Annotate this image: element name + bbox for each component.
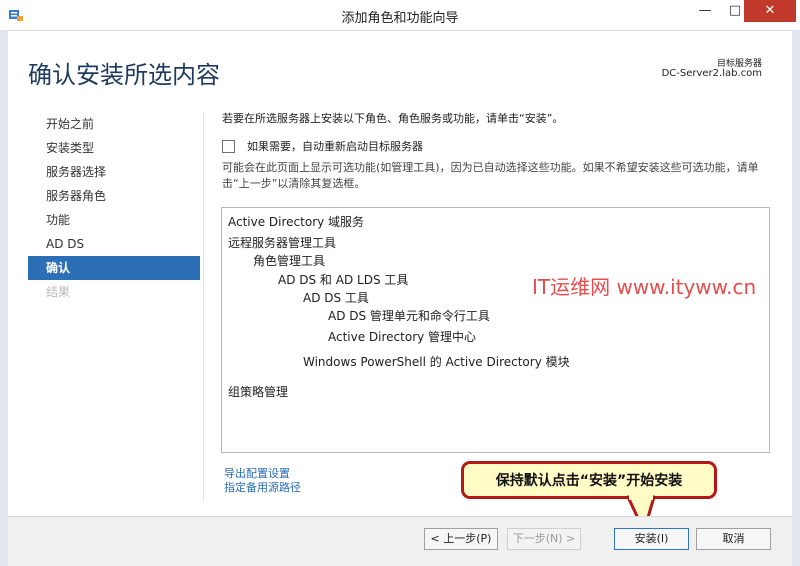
window-title: 添加角色和功能向导 [341, 11, 459, 26]
nav-item-before-you-begin[interactable]: 开始之前 [28, 112, 200, 136]
restart-label[interactable]: 如果需要，自动重新启动目标服务器 [247, 138, 423, 154]
feature-item: AD DS 和 AD LDS 工具 [278, 273, 409, 287]
callout-text: 保持默认点击“安装”开始安装 [495, 473, 683, 489]
feature-item: AD DS 管理单元和命令行工具 [328, 309, 490, 323]
config-links: 导出配置设置 指定备用源路径 [224, 467, 301, 495]
nav-item-features[interactable]: 功能 [28, 208, 200, 232]
optional-features-note: 可能会在此页面上显示可选功能(如管理工具)，因为已自动选择这些功能。如果不希望安… [222, 161, 759, 190]
restart-option[interactable]: 如果需要，自动重新启动目标服务器 [222, 138, 423, 154]
feature-item: 远程服务器管理工具 [228, 236, 337, 250]
site-watermark: IT运维网 www.ityww.cn [532, 275, 757, 299]
destination-server-name: DC-Server2.lab.com [661, 68, 762, 79]
nav-item-ad-ds[interactable]: AD DS [28, 232, 200, 256]
intro-text: 若要在所选服务器上安装以下角色、角色服务或功能，请单击“安装”。 [222, 112, 564, 125]
nav-item-server-selection[interactable]: 服务器选择 [28, 160, 200, 184]
next-button: 下一步(N) > [507, 528, 581, 550]
feature-item: Active Directory 域服务 [228, 215, 365, 229]
feature-item: Active Directory 管理中心 [328, 330, 477, 344]
minimize-button[interactable]: — [688, 0, 722, 22]
feature-item: 组策略管理 [228, 385, 289, 399]
page-title: 确认安装所选内容 [28, 61, 220, 89]
feature-item: AD DS 工具 [303, 291, 369, 305]
window-frame-left [0, 30, 8, 566]
feature-item: Windows PowerShell 的 Active Directory 模块 [303, 355, 570, 369]
instruction-callout: 保持默认点击“安装”开始安装 [461, 461, 717, 499]
export-config-link[interactable]: 导出配置设置 [224, 467, 301, 481]
title-bar: 添加角色和功能向导 — □ ✕ [0, 0, 800, 31]
wizard-navigation: 开始之前 安装类型 服务器选择 服务器角色 功能 AD DS 确认 结果 [28, 112, 200, 304]
cancel-button[interactable]: 取消 [696, 528, 771, 550]
previous-button[interactable]: < 上一步(P) [424, 528, 498, 550]
selected-features-list[interactable]: Active Directory 域服务 远程服务器管理工具 角色管理工具 AD… [221, 207, 770, 453]
nav-item-results: 结果 [46, 285, 71, 299]
window-frame-right [792, 30, 800, 566]
install-button[interactable]: 安装(I) [614, 528, 689, 550]
nav-item-installation-type[interactable]: 安装类型 [28, 136, 200, 160]
alternate-source-link[interactable]: 指定备用源路径 [224, 481, 301, 495]
restart-checkbox[interactable] [222, 139, 235, 153]
feature-item: 角色管理工具 [253, 254, 326, 268]
nav-item-confirmation[interactable]: 确认 [28, 256, 200, 280]
nav-divider [203, 112, 204, 502]
close-button[interactable]: ✕ [744, 0, 796, 22]
nav-item-server-roles[interactable]: 服务器角色 [28, 184, 200, 208]
